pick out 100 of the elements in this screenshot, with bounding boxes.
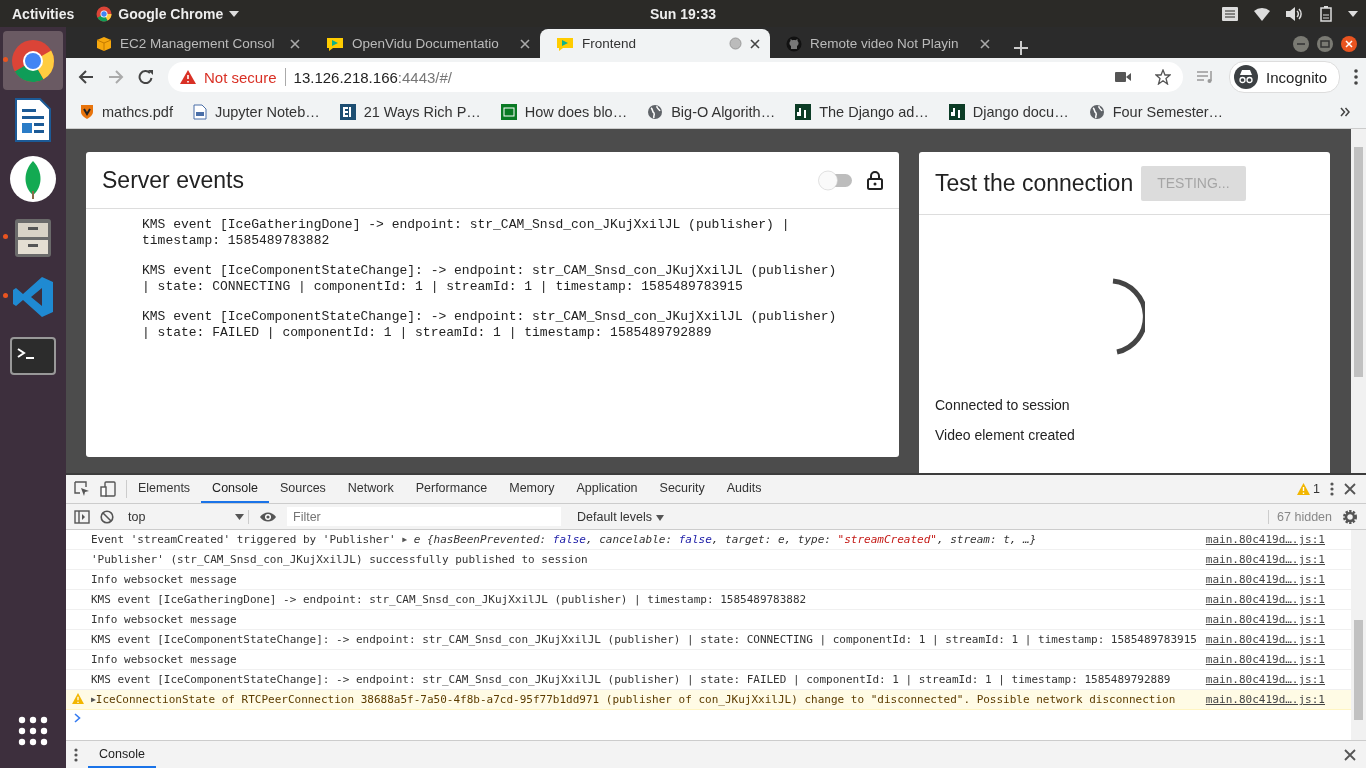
camera-icon[interactable]	[1115, 71, 1132, 83]
chat-bubble-icon	[556, 35, 574, 52]
browser-tab[interactable]: EC2 Management Consol	[80, 29, 310, 58]
app-grid-icon[interactable]	[17, 714, 49, 747]
devtools-tab[interactable]: Elements	[127, 475, 202, 503]
list-icon[interactable]	[1222, 6, 1238, 21]
context-dropdown[interactable]: top	[124, 509, 249, 524]
devtools-tab[interactable]: Performance	[404, 475, 499, 503]
inspect-icon[interactable]	[74, 481, 90, 497]
bookmark-link[interactable]: 21 Ways Rich P…	[339, 104, 481, 120]
minimize-icon[interactable]	[1292, 35, 1310, 53]
bookmark-link[interactable]: How does blo…	[500, 104, 628, 120]
console-message: KMS event [IceGatheringDone] -> endpoint: str_CAM_Snsd_con_JKujXxilJL (publisher) | timestamp: 1585489783882	[91, 593, 808, 606]
clear-icon[interactable]	[100, 509, 114, 524]
hidden-count: 67 hidden	[1268, 509, 1332, 524]
source-link[interactable]: main.80c419d….js:1	[1205, 593, 1325, 606]
globe-icon	[647, 104, 664, 120]
close-icon[interactable]	[1344, 748, 1356, 761]
bookmark-link[interactable]: Four Semester…	[1088, 104, 1224, 120]
chevron-icon[interactable]	[1340, 107, 1350, 117]
chat-bubble-icon	[326, 35, 344, 52]
source-link[interactable]: main.80c419d….js:1	[1205, 653, 1325, 666]
source-link[interactable]: main.80c419d….js:1	[1205, 573, 1325, 586]
scrollbar[interactable]	[1351, 530, 1366, 740]
devtools-tab[interactable]: Security	[648, 475, 716, 503]
square-badge-icon	[500, 104, 517, 120]
source-link[interactable]: main.80c419d….js:1	[1205, 533, 1325, 546]
clock[interactable]: Sun 19:33	[649, 5, 717, 22]
source-link[interactable]: main.80c419d….js:1	[1205, 673, 1325, 686]
device-icon[interactable]	[100, 481, 116, 497]
security-label: Not secure	[204, 68, 277, 86]
close-icon[interactable]	[520, 38, 530, 49]
toggle-switch[interactable]	[817, 169, 855, 191]
caret-icon[interactable]	[1348, 10, 1358, 17]
status-text: Connected to session	[935, 397, 1071, 415]
battery-icon[interactable]	[1320, 5, 1332, 22]
maximize-icon[interactable]	[1316, 35, 1334, 53]
console-message: Event 'streamCreated' triggered by 'Publisher' ▶ e {hasBeenPrevented: false, cancelable: false, target: e, type: "streamCreated", stream: t, …}	[91, 533, 1038, 546]
activities-button[interactable]: Activities	[12, 5, 75, 22]
source-link[interactable]: main.80c419d….js:1	[1205, 693, 1325, 706]
devtools-tab[interactable]: Network	[336, 475, 405, 503]
caret-icon[interactable]	[235, 513, 244, 520]
scrollbar[interactable]	[1351, 129, 1366, 473]
warning-icon	[180, 70, 196, 84]
console-message: 'Publisher' (str_CAM_Snsd_con_JKujXxilJL) successfully published to session	[91, 553, 589, 566]
close-icon[interactable]	[1340, 35, 1358, 53]
address-bar[interactable]: Not secure 13.126.218.166:4443/#/	[168, 62, 1184, 92]
browser-tab[interactable]: Frontend	[540, 29, 770, 58]
lock-icon[interactable]	[867, 170, 883, 190]
document-icon[interactable]	[14, 96, 52, 143]
back-icon[interactable]	[78, 69, 94, 85]
event-text: KMS event [IceGatheringDone] -> endpoint: str_CAM_Snsd_con_JKujXxilJL (publisher) | timestamp: 1585489783882	[142, 217, 791, 249]
leaf-icon[interactable]	[9, 154, 57, 203]
event-text: KMS event [IceComponentStateChange]: -> endpoint: str_CAM_Snsd_con_JKujXxilJL (publisher) | state: CONNECTING | componentId: 1 | streamId: 1 | timestamp: 1585489783915	[142, 263, 838, 295]
devtools-tab[interactable]: Application	[565, 475, 649, 503]
wifi-icon[interactable]	[1254, 6, 1270, 21]
event-text: KMS event [IceComponentStateChange]: -> endpoint: str_CAM_Snsd_con_JKujXxilJL (publisher) | state: FAILED | componentId: 1 | streamId: 1 | timestamp: 1585489792889	[142, 309, 838, 341]
browser-tab[interactable]: OpenVidu Documentatio	[310, 29, 540, 58]
app-menu[interactable]: Google Chrome	[118, 5, 224, 22]
reload-icon[interactable]	[138, 69, 154, 85]
filter-field[interactable]: Filter	[287, 507, 561, 526]
new-tab-icon[interactable]	[1014, 41, 1028, 55]
close-icon[interactable]	[980, 38, 990, 49]
browser-icon	[96, 5, 113, 22]
more-icon[interactable]	[74, 747, 78, 762]
eye-icon[interactable]	[259, 510, 277, 523]
source-link[interactable]: main.80c419d….js:1	[1205, 613, 1325, 626]
bookmark-link[interactable]: Django docu…	[948, 104, 1069, 120]
browser-tab[interactable]: Remote video Not Playin	[770, 29, 1000, 58]
browser-icon[interactable]	[10, 37, 56, 84]
notebook-icon	[192, 104, 207, 120]
close-icon[interactable]	[290, 38, 300, 49]
drawer-tab[interactable]: Console	[88, 741, 156, 768]
bookmark-link[interactable]: Jupyter Noteb…	[192, 104, 320, 120]
close-icon[interactable]	[750, 38, 760, 49]
bookmark-link[interactable]: The Django ad…	[795, 104, 929, 120]
terminal-icon[interactable]	[10, 336, 56, 375]
code-editor-icon[interactable]	[11, 274, 55, 319]
url-text: 13.126.218.166:4443/#/	[293, 68, 453, 86]
source-link[interactable]: main.80c419d….js:1	[1205, 553, 1325, 566]
more-icon[interactable]	[1330, 482, 1334, 496]
settings-icon[interactable]	[1342, 508, 1358, 525]
prompt-icon[interactable]	[74, 713, 81, 723]
close-icon[interactable]	[1344, 483, 1356, 495]
devtools-tab[interactable]: Memory	[498, 475, 566, 503]
card-title: Test the connection	[935, 169, 1134, 197]
profile-button[interactable]: Incognito	[1229, 61, 1340, 93]
star-icon[interactable]	[1155, 69, 1172, 85]
volume-icon[interactable]	[1286, 6, 1304, 21]
caret-icon[interactable]	[655, 514, 664, 521]
source-link[interactable]: main.80c419d….js:1	[1205, 633, 1325, 646]
sidebar-icon[interactable]	[74, 509, 90, 524]
levels-dropdown[interactable]: Default levels	[571, 508, 670, 525]
menu-icon[interactable]	[1354, 69, 1358, 85]
devtools-tab[interactable]: Audits	[715, 475, 773, 503]
bookmark-link[interactable]: mathcs.pdf	[80, 104, 173, 120]
devtools-tab[interactable]: Sources	[269, 475, 337, 503]
console-message: ▶IceConnectionState of RTCPeerConnection 38688a5f-7a50-4f8b-a7cd-95f77b1dd971 (publisher of con_JKujXxilJL) change to "disconnected". Possible network disconnection	[91, 693, 1177, 706]
caret-icon[interactable]	[229, 10, 240, 17]
bookmark-link[interactable]: Big-O Algorith…	[647, 104, 776, 120]
